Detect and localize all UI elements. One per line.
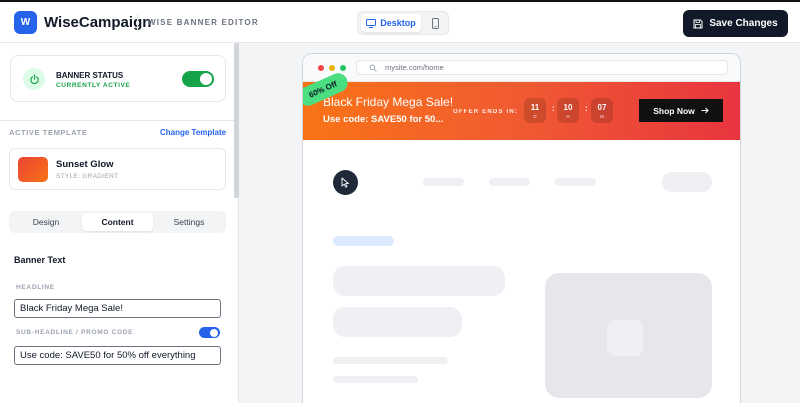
url-text: mysite.com/home — [385, 63, 444, 72]
countdown-value: 11 — [530, 103, 540, 112]
url-bar: mysite.com/home — [356, 60, 728, 75]
toggle-knob — [200, 73, 212, 85]
window-close-dot — [318, 65, 324, 71]
desktop-label: Desktop — [380, 18, 416, 28]
change-template-link[interactable]: Change Template — [160, 128, 226, 137]
app-name: WiseCampaign — [44, 14, 152, 31]
browser-preview: mysite.com/home Black Friday Mega Sale! … — [302, 53, 741, 403]
placeholder-text-line — [333, 376, 418, 383]
template-name: Sunset Glow — [56, 159, 114, 170]
shop-now-label: Shop Now — [653, 105, 695, 116]
placeholder-heading — [333, 307, 462, 337]
countdown-unit: D — [533, 114, 537, 119]
placeholder-nav-link — [555, 178, 596, 186]
editor-sidebar: BANNER STATUS CURRENTLY ACTIVE ACTIVE TE… — [0, 43, 239, 403]
placeholder-nav-link — [423, 178, 464, 186]
countdown-separator: : — [552, 104, 555, 113]
arrow-right-icon — [701, 107, 709, 114]
window-minimize-dot — [329, 65, 335, 71]
countdown-minutes: 07 M — [591, 98, 613, 123]
tab-content[interactable]: Content — [82, 213, 153, 231]
headline-label: HEADLINE — [16, 284, 55, 291]
template-style: STYLE: GRADIENT — [56, 173, 119, 180]
monitor-icon — [366, 18, 377, 28]
promo-banner: Black Friday Mega Sale! Use code: SAVE50… — [303, 70, 740, 140]
image-icon — [607, 320, 643, 356]
window-maximize-dot — [340, 65, 346, 71]
site-logo — [333, 170, 358, 195]
cursor-icon — [341, 177, 349, 188]
browser-chrome: mysite.com/home — [303, 54, 740, 82]
countdown-hours: 10 H — [557, 98, 579, 123]
template-swatch — [18, 157, 48, 182]
placeholder-tag — [333, 236, 394, 246]
editor-label: WISE BANNER EDITOR — [148, 18, 259, 27]
placeholder-heading — [333, 266, 505, 296]
save-button[interactable]: Save Changes — [683, 10, 788, 37]
mobile-view-button[interactable] — [426, 15, 444, 31]
section-divider — [0, 120, 234, 121]
placeholder-nav-link — [489, 178, 530, 186]
countdown-value: 10 — [563, 103, 573, 112]
save-icon — [693, 19, 703, 28]
search-icon — [369, 63, 377, 72]
placeholder-button — [662, 172, 712, 192]
countdown-unit: H — [566, 114, 570, 119]
power-icon — [29, 74, 39, 84]
shop-now-button[interactable]: Shop Now — [639, 99, 723, 122]
active-template-label: ACTIVE TEMPLATE — [9, 128, 88, 137]
placeholder-text-line — [333, 357, 448, 364]
banner-text-heading: Banner Text — [14, 255, 66, 265]
sidebar-scrollbar[interactable] — [234, 43, 239, 198]
top-bar: W WiseCampaign WISE BANNER EDITOR Deskto… — [0, 0, 800, 43]
status-subtitle: CURRENTLY ACTIVE — [56, 82, 131, 89]
banner-status-card: BANNER STATUS CURRENTLY ACTIVE — [10, 55, 226, 102]
active-template-card: Sunset Glow STYLE: GRADIENT — [9, 148, 226, 190]
title-divider — [137, 14, 138, 32]
save-label: Save Changes — [709, 18, 778, 29]
editor-tabs: Design Content Settings — [9, 211, 226, 233]
phone-icon — [431, 17, 439, 29]
countdown-days: 11 D — [524, 98, 546, 123]
countdown-separator: : — [585, 104, 588, 113]
headline-input[interactable] — [14, 299, 221, 318]
subheadline-input[interactable] — [14, 346, 221, 365]
app-logo-letter: W — [20, 17, 31, 28]
desktop-view-button[interactable]: Desktop — [361, 14, 421, 32]
countdown-unit: M — [600, 114, 604, 119]
power-icon-badge — [23, 68, 45, 90]
tab-settings[interactable]: Settings — [154, 213, 224, 231]
device-toggle: Desktop — [357, 11, 449, 35]
banner-headline: Black Friday Mega Sale! — [323, 95, 454, 109]
offer-ends-label: OFFER ENDS IN: — [453, 109, 519, 115]
subheadline-label: SUB-HEADLINE / PROMO CODE — [16, 329, 134, 336]
countdown-value: 07 — [597, 103, 607, 112]
tab-design[interactable]: Design — [11, 213, 81, 231]
subheadline-toggle[interactable] — [199, 327, 220, 338]
banner-status-toggle[interactable] — [182, 71, 214, 87]
toggle-knob — [210, 328, 218, 337]
banner-subheadline: Use code: SAVE50 for 50... — [323, 114, 444, 125]
app-logo: W — [14, 11, 37, 34]
status-title: BANNER STATUS — [56, 71, 124, 80]
